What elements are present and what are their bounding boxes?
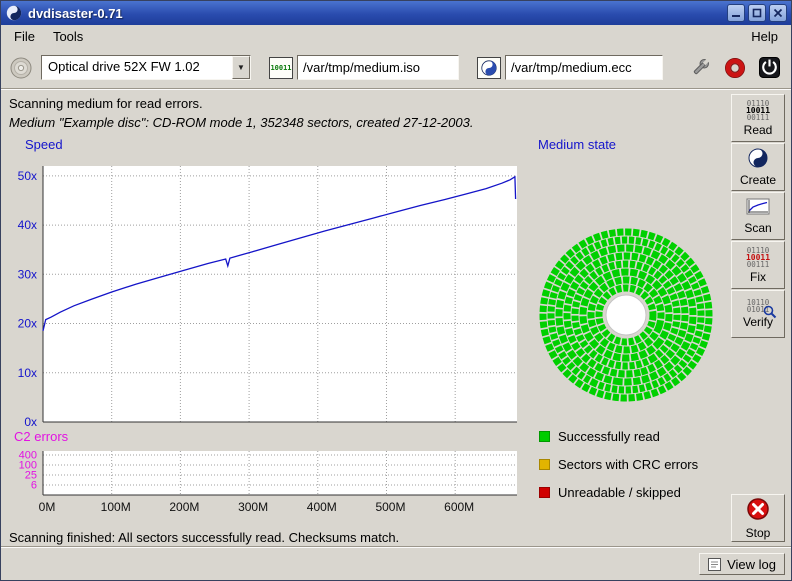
legend-label: Unreadable / skipped (558, 485, 681, 500)
view-log-label: View log (727, 557, 776, 572)
svg-text:0x: 0x (24, 415, 37, 429)
svg-text:40x: 40x (18, 218, 37, 232)
fix-button[interactable]: 01110 10011 00111 Fix (731, 241, 785, 289)
iso-path-input[interactable] (297, 55, 459, 80)
disc-svg (534, 223, 718, 407)
fix-button-label: Fix (750, 270, 766, 284)
scan-button[interactable]: Scan (731, 192, 785, 240)
medium-state-legend: Successfully read Sectors with CRC error… (539, 429, 698, 513)
view-log-button[interactable]: View log (699, 553, 785, 575)
svg-text:400M: 400M (307, 500, 337, 514)
svg-text:100M: 100M (101, 500, 131, 514)
ecc-path-input[interactable] (505, 55, 663, 80)
c2-chart-title: C2 errors (14, 429, 68, 444)
read-button[interactable]: 01110 10011 00111 Read (731, 94, 785, 142)
legend-swatch-red (539, 487, 550, 498)
stop-button-label: Stop (746, 526, 771, 540)
log-icon (708, 558, 721, 571)
svg-text:6: 6 (31, 480, 37, 492)
svg-text:10x: 10x (18, 366, 37, 380)
menu-tools[interactable]: Tools (44, 27, 92, 46)
create-icon (748, 148, 768, 171)
toolbar-right-group (689, 57, 783, 79)
c2-chart: 0M100M200M300M400M500M600M400100256 (9, 445, 524, 527)
legend-label: Sectors with CRC errors (558, 457, 698, 472)
svg-text:20x: 20x (18, 317, 37, 331)
image-file-icon: 10011 (269, 57, 293, 79)
speed-chart-title: Speed (25, 137, 63, 152)
menu-help[interactable]: Help (742, 27, 787, 46)
svg-text:300M: 300M (238, 500, 268, 514)
svg-text:500M: 500M (375, 500, 405, 514)
verify-icon: 10110 01011 (747, 299, 770, 313)
legend-swatch-green (539, 431, 550, 442)
scan-button-label: Scan (744, 221, 771, 235)
drive-icon (9, 56, 33, 80)
stop-button[interactable]: Stop (731, 494, 785, 542)
status-area: Scanning medium for read errors. Medium … (9, 94, 714, 132)
create-button[interactable]: Create (731, 143, 785, 191)
window-title: dvdisaster-0.71 (28, 6, 123, 21)
quit-button[interactable] (759, 57, 780, 78)
svg-text:600M: 600M (444, 500, 474, 514)
status-line2: Medium "Example disc": CD-ROM mode 1, 35… (9, 113, 714, 132)
read-icon: 01110 10011 00111 (746, 100, 770, 121)
legend-label: Successfully read (558, 429, 660, 444)
svg-text:200M: 200M (169, 500, 199, 514)
speed-chart: 0x 10x 20x 30x 40x 50x (9, 154, 524, 426)
svg-text:0M: 0M (39, 500, 56, 514)
drive-selector-value: Optical drive 52X FW 1.02 (42, 56, 232, 79)
svg-text:50x: 50x (18, 169, 37, 183)
create-button-label: Create (740, 173, 776, 187)
app-logo-icon (5, 4, 23, 22)
menubar: File Tools Help (1, 25, 791, 47)
legend-swatch-yellow (539, 459, 550, 470)
drive-selector[interactable]: Optical drive 52X FW 1.02 ▼ (41, 55, 251, 80)
scan-icon (746, 198, 770, 219)
window-controls (727, 4, 787, 22)
legend-item-unreadable: Unreadable / skipped (539, 485, 698, 500)
menu-file[interactable]: File (5, 27, 44, 46)
stop-icon (746, 497, 770, 524)
result-status-text: Scanning finished: All sectors successfu… (9, 530, 399, 545)
ecc-file-icon (477, 57, 501, 79)
close-button[interactable] (769, 4, 787, 22)
legend-item-crc: Sectors with CRC errors (539, 457, 698, 472)
legend-item-read: Successfully read (539, 429, 698, 444)
verify-button[interactable]: 10110 01011 Verify (731, 290, 785, 338)
maximize-button[interactable] (748, 4, 766, 22)
toolbar: Optical drive 52X FW 1.02 ▼ 10011 (1, 47, 791, 89)
minimize-button[interactable] (727, 4, 745, 22)
status-line1: Scanning medium for read errors. (9, 94, 714, 113)
read-button-label: Read (744, 123, 773, 137)
magnifier-icon (763, 305, 777, 319)
svg-text:30x: 30x (18, 267, 37, 281)
titlebar[interactable]: dvdisaster-0.71 (1, 1, 791, 25)
app-window: dvdisaster-0.71 File Tools Help Optical … (0, 0, 792, 581)
help-disc-icon[interactable] (724, 57, 746, 79)
footer-bar: View log (1, 546, 791, 580)
fix-icon: 01110 10011 00111 (746, 247, 770, 268)
medium-state-title: Medium state (538, 137, 616, 152)
preferences-button[interactable] (689, 57, 711, 79)
chevron-down-icon[interactable]: ▼ (232, 56, 250, 79)
